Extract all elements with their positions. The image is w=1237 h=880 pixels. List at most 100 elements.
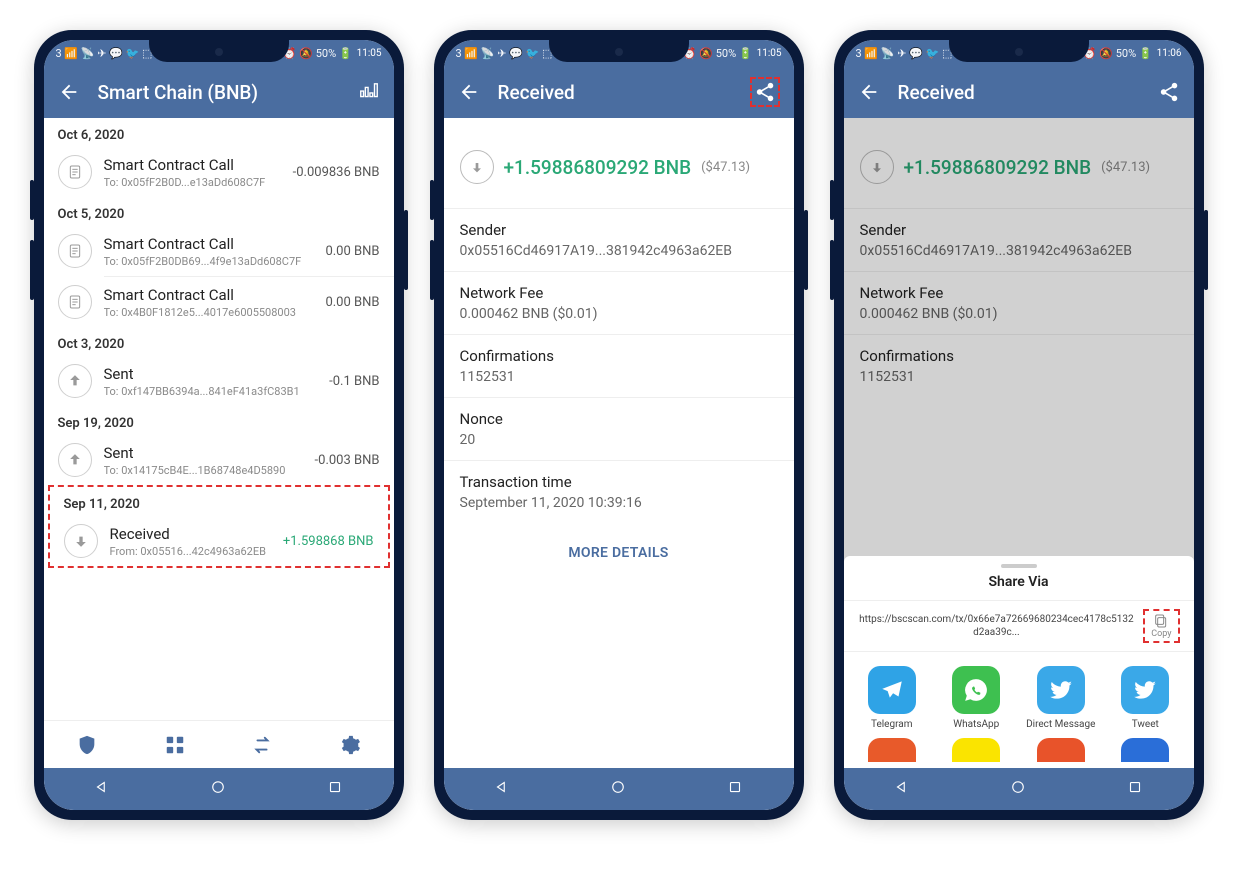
- chart-button[interactable]: [358, 81, 380, 103]
- tab-browser[interactable]: [163, 733, 187, 757]
- detail-row[interactable]: Sender 0x05516Cd46917A19...381942c4963a6…: [444, 208, 794, 271]
- status-left-icons: 3 📶 📡 ✈ 💬 🐦 ⬚: [56, 47, 153, 60]
- detail-label: Transaction time: [460, 473, 778, 491]
- telegram-icon: [868, 666, 916, 714]
- tx-title: Smart Contract Call: [104, 286, 314, 304]
- nav-back[interactable]: [893, 778, 911, 800]
- share-app-tweet[interactable]: Tweet: [1105, 666, 1186, 730]
- share-app-partial[interactable]: [1021, 738, 1102, 762]
- detail-row[interactable]: Confirmations 1152531: [444, 334, 794, 397]
- twitter-icon: [1121, 666, 1169, 714]
- status-time: 11:05: [357, 48, 382, 59]
- nav-home[interactable]: [609, 778, 627, 800]
- tx-row[interactable]: Smart Contract Call To: 0x4B0F1812e5...4…: [44, 277, 394, 327]
- date-header: Oct 6, 2020: [44, 118, 394, 147]
- tx-row-received[interactable]: Received From: 0x05516...42c4963a62EB +1…: [50, 516, 388, 566]
- tx-row[interactable]: Smart Contract Call To: 0x05fF2B0DB69...…: [44, 226, 394, 276]
- nav-back[interactable]: [93, 778, 111, 800]
- app-icon: [868, 738, 916, 762]
- back-button[interactable]: [458, 81, 480, 103]
- page-title: Received: [898, 81, 1140, 104]
- share-button-highlighted[interactable]: [750, 77, 780, 107]
- app-header: Received: [844, 66, 1194, 118]
- share-link-text: https://bscscan.com/tx/0x66e7a7266968023…: [858, 613, 1136, 639]
- tx-amount: -0.009836 BNB: [293, 165, 380, 180]
- date-header: Oct 3, 2020: [44, 327, 394, 356]
- share-app-label: Tweet: [1132, 719, 1159, 730]
- nav-back[interactable]: [493, 778, 511, 800]
- tx-amount: -0.003 BNB: [315, 453, 380, 468]
- phone-3: 3 📶 📡 ✈ 💬 🐦 ⬚ ℕ ⏰ 🔕 50% 🔋11:06 Received …: [834, 30, 1204, 820]
- detail-label: Network Fee: [460, 284, 778, 302]
- back-button[interactable]: [58, 81, 80, 103]
- share-app-direct-message[interactable]: Direct Message: [1021, 666, 1102, 730]
- share-icon: [754, 81, 776, 103]
- tx-subtitle: To: 0x14175cB4E...1B68748e4D5890: [104, 464, 303, 477]
- detail-row[interactable]: Network Fee 0.000462 BNB ($0.01): [444, 271, 794, 334]
- detail-row[interactable]: Transaction time September 11, 2020 10:3…: [444, 460, 794, 523]
- share-app-partial[interactable]: [852, 738, 933, 762]
- tab-wallet[interactable]: [75, 733, 99, 757]
- tx-subtitle: To: 0xf147BB6394a...841eF41a3fC83B1: [104, 385, 318, 398]
- detail-value: 0x05516Cd46917A19...381942c4963a62EB: [460, 243, 778, 259]
- share-button[interactable]: [1158, 81, 1180, 103]
- nav-recent[interactable]: [326, 778, 344, 800]
- bottom-tab-bar: [44, 720, 394, 768]
- date-header: Sep 19, 2020: [44, 406, 394, 435]
- share-title: Share Via: [844, 574, 1194, 590]
- detail-label: Confirmations: [460, 347, 778, 365]
- share-app-label: Direct Message: [1026, 719, 1095, 730]
- sheet-handle[interactable]: [1001, 564, 1037, 568]
- received-icon: [64, 524, 98, 558]
- page-title: Received: [498, 81, 732, 104]
- tx-row[interactable]: Sent To: 0x14175cB4E...1B68748e4D5890 -0…: [44, 435, 394, 485]
- tx-subtitle: To: 0x05fF2B0D...e13aDd608C7F: [104, 176, 281, 189]
- tx-amount: +1.598868 BNB: [283, 534, 374, 549]
- tx-title: Smart Contract Call: [104, 156, 281, 174]
- share-sheet: Share Via https://bscscan.com/tx/0x66e7a…: [844, 556, 1194, 768]
- tx-row[interactable]: Sent To: 0xf147BB6394a...841eF41a3fC83B1…: [44, 356, 394, 406]
- contract-icon: [58, 234, 92, 268]
- copy-label: Copy: [1151, 629, 1171, 639]
- nav-recent[interactable]: [1126, 778, 1144, 800]
- tab-swap[interactable]: [250, 733, 274, 757]
- page-title: Smart Chain (BNB): [98, 81, 340, 104]
- tx-row[interactable]: Smart Contract Call To: 0x05fF2B0D...e13…: [44, 147, 394, 197]
- date-header: Sep 11, 2020: [50, 487, 388, 516]
- received-icon: [460, 150, 494, 184]
- back-button[interactable]: [858, 81, 880, 103]
- copy-button-highlighted[interactable]: Copy: [1143, 609, 1179, 643]
- app-icon: [1121, 738, 1169, 762]
- highlighted-transaction[interactable]: Sep 11, 2020 Received From: 0x05516...42…: [48, 485, 390, 568]
- date-header: Oct 5, 2020: [44, 197, 394, 226]
- received-amount: +1.59886809292 BNB: [504, 156, 692, 179]
- share-app-partial[interactable]: [936, 738, 1017, 762]
- share-app-label: WhatsApp: [953, 719, 999, 730]
- detail-value: September 11, 2020 10:39:16: [460, 495, 778, 511]
- detail-row[interactable]: Nonce 20: [444, 397, 794, 460]
- system-navbar: [44, 768, 394, 810]
- tx-title: Sent: [104, 444, 303, 462]
- share-app-partial[interactable]: [1105, 738, 1186, 762]
- detail-value: 0.000462 BNB ($0.01): [460, 306, 778, 322]
- more-details-button[interactable]: MORE DETAILS: [444, 523, 794, 583]
- nav-home[interactable]: [209, 778, 227, 800]
- detail-value: 1152531: [460, 369, 778, 385]
- share-app-whatsapp[interactable]: WhatsApp: [936, 666, 1017, 730]
- share-app-telegram[interactable]: Telegram: [852, 666, 933, 730]
- sent-icon: [58, 443, 92, 477]
- app-icon: [952, 738, 1000, 762]
- received-usd: ($47.13): [701, 160, 750, 175]
- tab-settings[interactable]: [338, 733, 362, 757]
- transaction-list[interactable]: Oct 6, 2020 Smart Contract Call To: 0x05…: [44, 118, 394, 720]
- tx-title: Received: [110, 525, 271, 543]
- tx-amount: 0.00 BNB: [325, 295, 379, 310]
- share-link-row: https://bscscan.com/tx/0x66e7a7266968023…: [844, 600, 1194, 652]
- contract-icon: [58, 285, 92, 319]
- phone-1: 3 📶 📡 ✈ 💬 🐦 ⬚ ℕ ⏰ 🔕 50% 🔋11:05 Smart Cha…: [34, 30, 404, 820]
- nav-recent[interactable]: [726, 778, 744, 800]
- transaction-detail[interactable]: +1.59886809292 BNB ($47.13) Sender 0x055…: [444, 118, 794, 768]
- twitter-icon: [1037, 666, 1085, 714]
- tx-subtitle: To: 0x4B0F1812e5...4017e6005508003: [104, 306, 314, 319]
- nav-home[interactable]: [1009, 778, 1027, 800]
